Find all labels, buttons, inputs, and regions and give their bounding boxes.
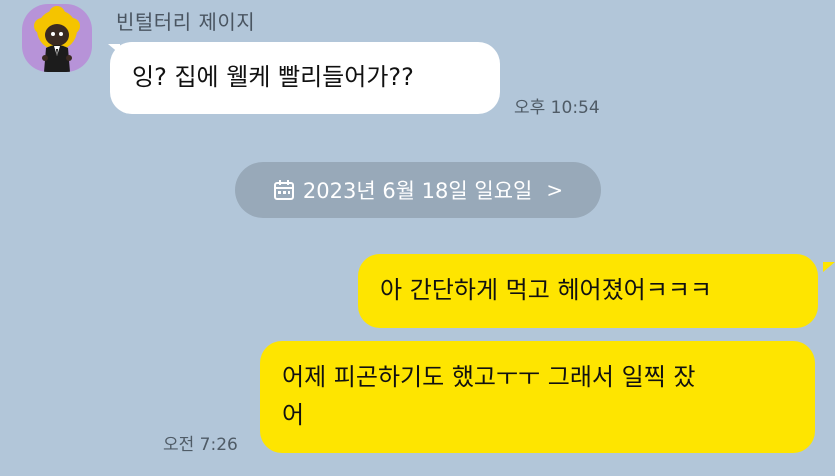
outgoing-message-text-line: 어제 피곤하기도 했고ㅜㅜ 그래서 일찍 잤	[282, 363, 696, 391]
outgoing-message-text-line: 어	[282, 401, 305, 429]
outgoing-message-bubble[interactable]: 어제 피곤하기도 했고ㅜㅜ 그래서 일찍 잤 어	[260, 341, 815, 453]
outgoing-message-bubble[interactable]: 아 간단하게 먹고 헤어졌어ㅋㅋㅋ	[358, 254, 818, 328]
sender-name: 빈털터리 제이지	[116, 10, 256, 34]
character-avatar-icon	[34, 6, 80, 72]
incoming-message-bubble[interactable]: 잉? 집에 웰케 빨리들어가??	[110, 42, 500, 114]
calendar-icon	[273, 179, 295, 201]
date-divider-label: 2023년 6월 18일 일요일	[302, 179, 533, 203]
incoming-message-time: 오후 10:54	[514, 98, 600, 118]
chevron-right-icon: >	[546, 178, 564, 202]
sender-avatar[interactable]	[22, 4, 92, 72]
outgoing-bubble-tail	[823, 262, 835, 272]
date-divider[interactable]: 2023년 6월 18일 일요일 >	[235, 162, 601, 218]
outgoing-message-time: 오전 7:26	[163, 435, 238, 455]
incoming-message-text: 잉? 집에 웰케 빨리들어가??	[132, 63, 414, 91]
outgoing-message-text: 아 간단하게 먹고 헤어졌어ㅋㅋㅋ	[380, 276, 713, 304]
